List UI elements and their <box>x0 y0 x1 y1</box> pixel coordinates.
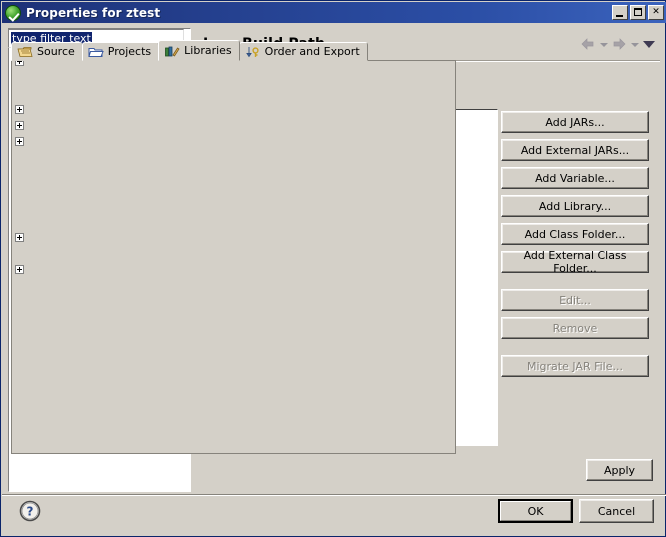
tab-source[interactable]: Source <box>11 42 83 61</box>
view-menu-triangle-down-icon[interactable] <box>642 36 656 52</box>
svg-text:?: ? <box>27 505 34 519</box>
tab-order-and-export-label: Order and Export <box>265 45 360 58</box>
edit-button: Edit... <box>501 289 649 311</box>
tab-order-and-export[interactable]: Order and Export <box>239 42 368 61</box>
eclipse-green-circle-icon <box>5 5 21 21</box>
close-button[interactable]: ✕ <box>648 5 664 20</box>
tab-projects[interactable]: Projects <box>82 42 159 61</box>
forward-history-chevron-down-icon[interactable] <box>630 36 639 52</box>
add-variable-button[interactable]: Add Variable... <box>501 167 649 189</box>
tab-libraries-label: Libraries <box>184 44 232 57</box>
minimize-button[interactable] <box>612 5 628 20</box>
build-path-tabs: Source Projects Libraries <box>11 40 367 61</box>
ok-button-label: OK <box>500 501 571 521</box>
back-history-chevron-down-icon[interactable] <box>599 36 608 52</box>
migrate-jar-file-button: Migrate JAR File... <box>501 355 649 377</box>
cancel-button[interactable]: Cancel <box>579 499 654 523</box>
add-class-folder-button[interactable]: Add Class Folder... <box>501 223 649 245</box>
tab-projects-label: Projects <box>108 45 151 58</box>
expand-icon[interactable] <box>15 137 24 146</box>
library-action-buttons: Add JARs... Add External JARs... Add Varia… <box>501 111 649 383</box>
window-title: Properties for ztest <box>26 6 610 20</box>
tab-libraries[interactable]: Libraries <box>158 40 240 61</box>
order-export-icon <box>245 45 261 59</box>
expand-icon[interactable] <box>15 265 24 274</box>
maximize-button[interactable] <box>630 5 646 20</box>
expand-icon[interactable] <box>15 233 24 242</box>
properties-dialog: Properties for ztest ✕ type filter text … <box>0 0 666 537</box>
apply-button[interactable]: Apply <box>586 459 653 481</box>
window-titlebar: Properties for ztest ✕ <box>2 2 666 23</box>
remove-button: Remove <box>501 317 649 339</box>
close-icon: ✕ <box>649 6 663 19</box>
help-question-icon[interactable]: ? <box>18 499 42 523</box>
footer-separator <box>2 494 666 496</box>
page-navigation-toolbar <box>580 36 656 52</box>
add-jars-button[interactable]: Add JARs... <box>501 111 649 133</box>
back-arrow-icon[interactable] <box>580 36 596 52</box>
add-external-jars-button[interactable]: Add External JARs... <box>501 139 649 161</box>
add-library-button[interactable]: Add Library... <box>501 195 649 217</box>
source-folder-icon <box>17 45 33 59</box>
expand-icon[interactable] <box>15 121 24 130</box>
tab-source-label: Source <box>37 45 75 58</box>
ok-button[interactable]: OK <box>498 499 573 523</box>
add-external-class-folder-button[interactable]: Add External Class Folder... <box>501 251 649 273</box>
forward-arrow-icon[interactable] <box>611 36 627 52</box>
libraries-tab-panel <box>11 60 456 454</box>
project-folder-icon <box>88 45 104 59</box>
libraries-icon <box>164 44 180 58</box>
expand-icon[interactable] <box>15 105 24 114</box>
